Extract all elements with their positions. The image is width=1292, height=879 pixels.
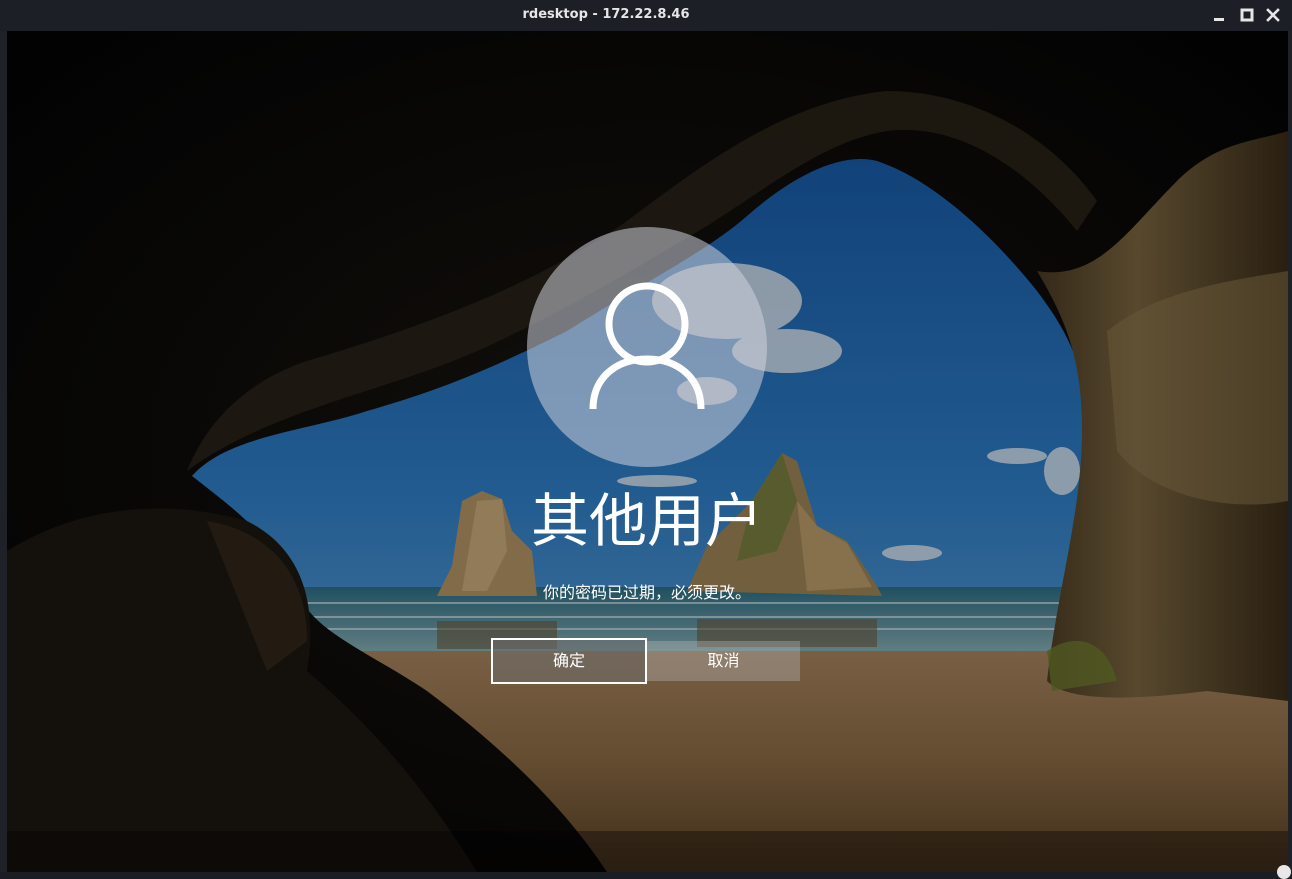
corner-indicator	[1277, 865, 1291, 879]
maximize-button[interactable]	[1239, 7, 1255, 23]
minimize-icon	[1214, 18, 1224, 21]
rdesktop-window: rdesktop - 172.22.8.46 其他用户 你的密码已过期，必须更改…	[0, 0, 1292, 879]
minimize-button[interactable]	[1211, 7, 1227, 23]
password-expired-message: 你的密码已过期，必须更改。	[542, 583, 751, 602]
titlebar[interactable]: rdesktop - 172.22.8.46	[0, 0, 1292, 31]
window-title: rdesktop - 172.22.8.46	[522, 7, 690, 22]
maximize-icon	[1240, 8, 1254, 22]
user-icon	[589, 282, 705, 410]
close-icon	[1266, 8, 1280, 22]
ok-button[interactable]: 确定	[491, 638, 647, 684]
remote-desktop-viewport[interactable]: 其他用户 你的密码已过期，必须更改。 确定 取消	[7, 31, 1288, 872]
username-label: 其他用户	[530, 487, 763, 555]
user-avatar	[527, 227, 767, 467]
cancel-button[interactable]: 取消	[647, 641, 800, 681]
close-button[interactable]	[1265, 7, 1281, 23]
